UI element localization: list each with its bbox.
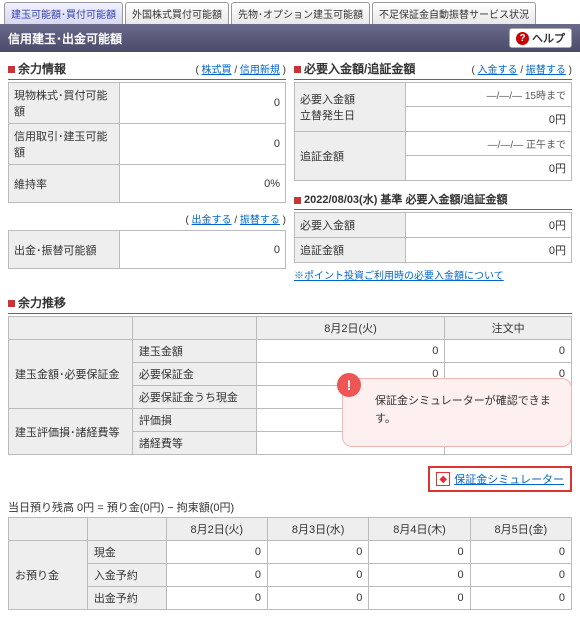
link-shinyo[interactable]: 信用新規 — [240, 65, 280, 76]
cell: 0 — [256, 340, 445, 363]
section-title-required: 必要入金額/追証金額 — [294, 60, 415, 77]
simulator-link-box[interactable]: ◆ 保証金シミュレーター — [428, 466, 572, 492]
cell: 0 — [445, 432, 572, 455]
row-label: 維持率 — [9, 165, 120, 203]
row-label: 必要入金額 — [295, 213, 406, 238]
row-label: 評価損 — [132, 409, 256, 432]
row-value: 0 — [119, 83, 285, 124]
row-value: 0 — [119, 124, 285, 165]
col-header: 8月2日(火) — [166, 518, 267, 541]
basis-table: 必要入金額0円 追証金額0円 — [294, 212, 572, 263]
yoryoku-table: 現物株式･買付可能額0 信用取引･建玉可能額0 維持率0% — [8, 82, 286, 203]
section-title-trend: 余力推移 — [8, 294, 66, 311]
link-transfer2[interactable]: 振替する — [526, 65, 566, 76]
cell: 0 — [256, 363, 445, 386]
cell: 0 — [470, 541, 571, 564]
row-sub: —/—/— 正午まで — [405, 132, 571, 156]
row-label: 信用取引･建玉可能額 — [9, 124, 120, 165]
link-transfer[interactable]: 振替する — [240, 215, 280, 226]
row-label: 出金･振替可能額 — [9, 231, 120, 269]
row-label: 建玉金額 — [132, 340, 256, 363]
cell: 0 — [267, 564, 368, 587]
row-label: 入金予約 — [87, 564, 166, 587]
tab-3[interactable]: 不足保証金自動振替サービス状況 — [372, 2, 536, 24]
yoryoku-links: ( 株式買 / 信用新規 ) — [195, 61, 286, 76]
row-value: 0% — [119, 165, 285, 203]
cell: 0 — [256, 432, 445, 455]
tab-bar: 建玉可能額･買付可能額 外国株式買付可能額 先物･オプション建玉可能額 不足保証… — [0, 0, 580, 24]
row-label: 追証金額 — [295, 238, 406, 263]
cell: 0 — [166, 564, 267, 587]
deposit-table: 8月2日(火) 8月3日(水) 8月4日(木) 8月5日(金) お預り金現金00… — [8, 517, 572, 610]
col-header: 8月2日(火) — [256, 317, 445, 340]
col-header: 8月5日(金) — [470, 518, 571, 541]
withdraw-links: ( 出金する / 振替する ) — [185, 211, 286, 226]
deposit-links: ( 入金する / 振替する ) — [471, 61, 572, 76]
cell: 0 — [256, 386, 445, 409]
help-button[interactable]: ヘルプ — [509, 28, 572, 48]
cell: 0 — [369, 564, 470, 587]
trend-table: 8月2日(火) 注文中 建玉金額･必要保証金建玉金額00 必要保証金00 必要保… — [8, 316, 572, 455]
cell: 0 — [470, 587, 571, 610]
row-label: 出金予約 — [87, 587, 166, 610]
row-label: 必要保証金うち現金 — [132, 386, 256, 409]
tab-1[interactable]: 外国株式買付可能額 — [125, 2, 229, 24]
col-header — [9, 518, 88, 541]
withdraw-table: 出金･振替可能額0 — [8, 230, 286, 269]
group-label: お預り金 — [9, 541, 88, 610]
group-label: 建玉金額･必要保証金 — [9, 340, 133, 409]
page-title: 信用建玉･出金可能額 — [8, 30, 122, 47]
cell: 0 — [445, 340, 572, 363]
row-value: 0円 — [405, 213, 571, 238]
row-value: 0 — [119, 231, 285, 269]
cell: 0 — [445, 409, 572, 432]
cell: 0 — [256, 409, 445, 432]
row-label: 諸経費等 — [132, 432, 256, 455]
title-bar: 信用建玉･出金可能額 ヘルプ — [0, 24, 580, 52]
row-label: 現物株式･買付可能額 — [9, 83, 120, 124]
cell: 0 — [445, 363, 572, 386]
link-kabushiki[interactable]: 株式買 — [202, 65, 232, 76]
simulator-link[interactable]: 保証金シミュレーター — [454, 471, 564, 487]
cell: 0 — [267, 541, 368, 564]
link-point-note[interactable]: ※ポイント投資ご利用時の必要入金額について — [294, 271, 504, 282]
col-header — [9, 317, 133, 340]
cell: 0 — [267, 587, 368, 610]
cell: 0 — [166, 587, 267, 610]
row-label: 必要入金額 立替発生日 — [295, 83, 406, 132]
required-table: 必要入金額 立替発生日—/—/— 15時まで 0円 追証金額—/—/— 正午まで… — [294, 82, 572, 181]
cell: 0 — [369, 587, 470, 610]
row-value: 0円 — [405, 156, 571, 181]
tab-0[interactable]: 建玉可能額･買付可能額 — [4, 2, 123, 24]
row-label: 必要保証金 — [132, 363, 256, 386]
cell: 0 — [445, 386, 572, 409]
col-header — [132, 317, 256, 340]
row-label: 現金 — [87, 541, 166, 564]
col-header — [87, 518, 166, 541]
row-sub: —/—/— 15時まで — [405, 83, 571, 107]
cell: 0 — [470, 564, 571, 587]
link-deposit[interactable]: 入金する — [478, 65, 518, 76]
col-header: 8月4日(木) — [369, 518, 470, 541]
row-value: 0円 — [405, 107, 571, 132]
link-withdraw[interactable]: 出金する — [192, 215, 232, 226]
row-label: 追証金額 — [295, 132, 406, 181]
col-header: 注文中 — [445, 317, 572, 340]
row-value: 0円 — [405, 238, 571, 263]
tab-2[interactable]: 先物･オプション建玉可能額 — [231, 2, 370, 24]
cell: 0 — [369, 541, 470, 564]
balance-summary: 当日預り残高 0円 = 預り金(0円) − 拘束額(0円) — [8, 495, 572, 517]
col-header: 8月3日(水) — [267, 518, 368, 541]
section-title-yoryoku: 余力情報 — [8, 60, 66, 77]
section-title-basis: 2022/08/03(水) 基準 必要入金額/追証金額 — [294, 191, 508, 207]
group-label: 建玉評価損･諸経費等 — [9, 409, 133, 455]
simulator-icon: ◆ — [436, 472, 450, 486]
cell: 0 — [166, 541, 267, 564]
